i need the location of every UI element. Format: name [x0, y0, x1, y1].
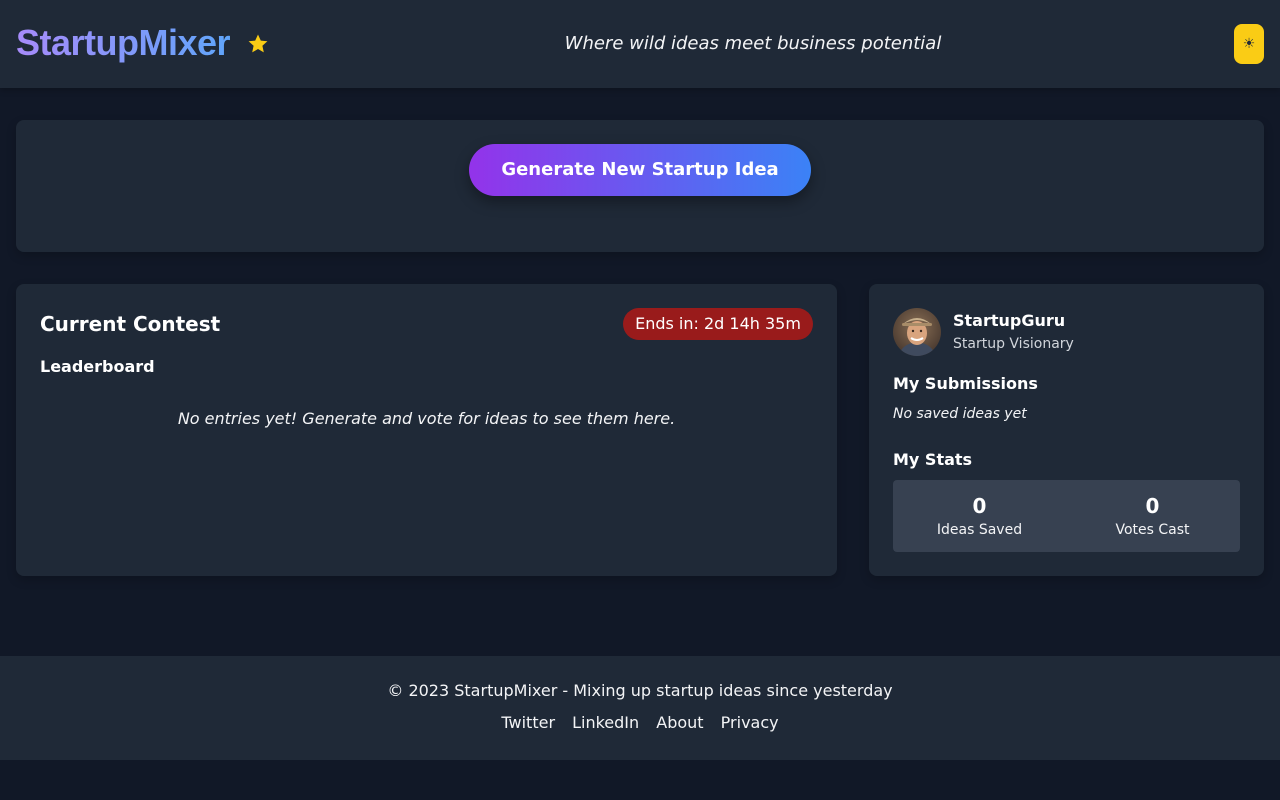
footer-link-linkedin[interactable]: LinkedIn: [572, 713, 639, 732]
copyright-text: © 2023 StartupMixer - Mixing up startup …: [387, 681, 893, 700]
contest-timer-badge: Ends in: 2d 14h 35m: [623, 308, 813, 340]
submissions-heading: My Submissions: [893, 374, 1038, 393]
footer-link-privacy[interactable]: Privacy: [721, 713, 779, 732]
generate-idea-button[interactable]: Generate New Startup Idea: [469, 144, 811, 196]
submissions-empty-message: No saved ideas yet: [893, 406, 1027, 422]
brand-logo[interactable]: StartupMixer: [16, 20, 231, 66]
stat-ideas-saved: 0 Ideas Saved: [893, 480, 1066, 552]
leaderboard-heading: Leaderboard: [40, 357, 155, 376]
user-name: StartupGuru: [953, 311, 1066, 330]
profile-card: StartupGuru Startup Visionary My Submiss…: [869, 284, 1264, 576]
idea-generator-card: Generate New Startup Idea: [16, 120, 1264, 252]
footer-links: Twitter LinkedIn About Privacy: [0, 713, 1280, 733]
stats-box: 0 Ideas Saved 0 Votes Cast: [893, 480, 1240, 552]
stat-votes-cast: 0 Votes Cast: [1066, 480, 1239, 552]
contest-card: Current Contest Ends in: 2d 14h 35m Lead…: [16, 284, 837, 576]
stat-label: Votes Cast: [1115, 522, 1190, 538]
contest-title: Current Contest: [40, 312, 221, 336]
user-avatar[interactable]: [893, 308, 941, 356]
stats-heading: My Stats: [893, 450, 973, 469]
sun-icon: ☀: [1242, 36, 1256, 52]
stat-value: 0: [972, 494, 987, 518]
leaderboard-empty-message: No entries yet! Generate and vote for id…: [177, 409, 676, 428]
site-header: StartupMixer Where wild ideas meet busin…: [0, 0, 1280, 88]
site-footer: © 2023 StartupMixer - Mixing up startup …: [0, 656, 1280, 760]
star-icon: [248, 34, 268, 53]
stat-value: 0: [1145, 494, 1160, 518]
footer-link-about[interactable]: About: [656, 713, 703, 732]
footer-link-twitter[interactable]: Twitter: [501, 713, 555, 732]
user-title: Startup Visionary: [953, 336, 1074, 352]
stat-label: Ideas Saved: [936, 522, 1023, 538]
theme-toggle-button[interactable]: ☀: [1234, 24, 1264, 64]
